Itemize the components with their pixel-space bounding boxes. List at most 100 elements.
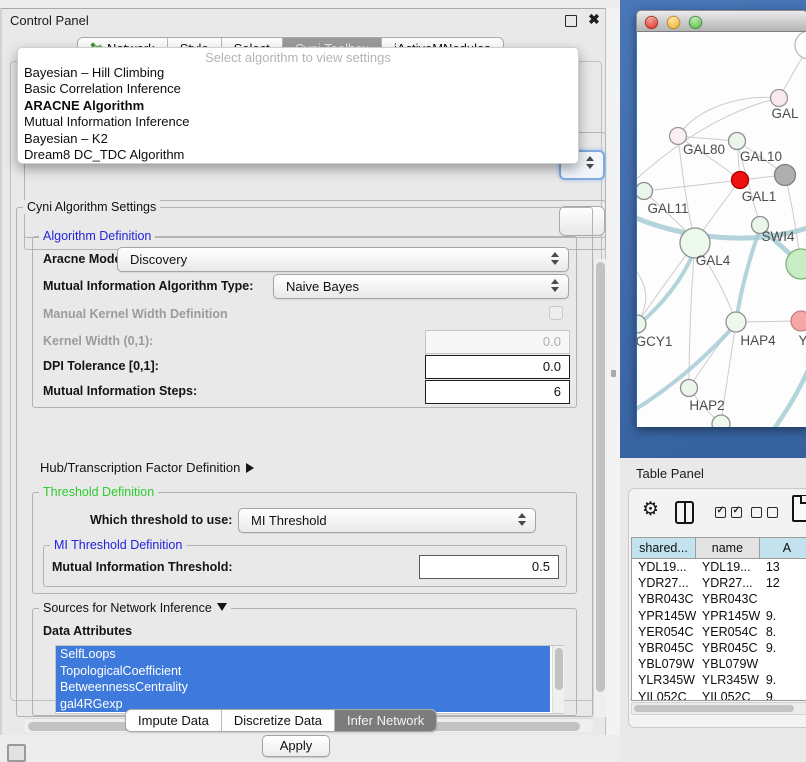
attributes-list-scrollbar[interactable] — [552, 646, 564, 713]
scrollbar-thumb[interactable] — [634, 705, 794, 712]
mi-threshold-group-title: MI Threshold Definition — [50, 538, 186, 552]
algorithm-option[interactable]: Bayesian – K2 — [23, 131, 573, 147]
network-node-gal10[interactable] — [729, 133, 746, 150]
deselect-all-checkboxes-icon[interactable] — [751, 507, 778, 518]
dpi-tolerance-input[interactable]: 0.0 — [425, 355, 570, 379]
stepper-icon — [518, 513, 526, 526]
sources-group-title[interactable]: Sources for Network Inference — [39, 601, 231, 615]
mi-threshold-label: Mutual Information Threshold: — [52, 560, 233, 574]
node-label: GAL80 — [683, 142, 725, 157]
minimize-traffic-light-icon[interactable] — [667, 16, 680, 29]
table-cell: YBL079W — [696, 656, 760, 672]
gear-icon[interactable] — [642, 498, 659, 521]
mi-steps-input[interactable]: 6 — [425, 380, 570, 404]
tab-infer-network[interactable]: Infer Network — [334, 710, 436, 731]
network-edge — [737, 228, 760, 316]
table-cell: 9. — [760, 608, 806, 624]
table-cell: YPR145W — [696, 608, 760, 624]
node-label: GAL4 — [696, 253, 731, 268]
kernel-width-input[interactable]: 0.0 — [425, 330, 570, 354]
close-icon[interactable] — [586, 11, 602, 29]
network-node-hap2[interactable] — [681, 380, 698, 397]
algorithm-option[interactable]: Bayesian – Hill Climbing — [23, 65, 573, 81]
table-row[interactable]: YPR145WYPR145W9. — [632, 608, 806, 624]
table-rows: YDL19...YDL19...13YDR27...YDR27...12YBR0… — [632, 559, 806, 701]
table-cell: 8. — [760, 624, 806, 640]
table-column-header[interactable]: A — [760, 538, 806, 558]
table-cell: 9. — [760, 689, 806, 702]
export-table-icon[interactable] — [792, 495, 806, 522]
table-row[interactable]: YDR27...YDR27...12 — [632, 575, 806, 591]
network-node[interactable] — [795, 32, 806, 59]
table-row[interactable]: YIL052CYIL052C9. — [632, 689, 806, 702]
table-header-row: shared...nameA — [632, 538, 806, 559]
network-node-gal11[interactable] — [637, 183, 653, 200]
table-row[interactable]: YBL079WYBL079W — [632, 656, 806, 672]
table-cell: 9. — [760, 640, 806, 656]
table-cell: YLR345W — [696, 672, 760, 688]
desktop-background: GALGAL80GAL10GAL1GAL11SWI4GAL4GCY1HAP4YH… — [620, 0, 806, 458]
float-window-icon[interactable] — [565, 15, 577, 27]
cyni-algorithm-settings-title: Cyni Algorithm Settings — [23, 200, 160, 214]
network-node[interactable] — [712, 415, 730, 427]
tab-impute-data[interactable]: Impute Data — [126, 710, 221, 731]
table-cell: YDR27... — [696, 575, 760, 591]
attribute-list-item[interactable]: TopologicalCoefficient — [56, 663, 550, 680]
mi-algorithm-type-value: Naive Bayes — [274, 279, 359, 294]
table-row[interactable]: YDL19...YDL19...13 — [632, 559, 806, 575]
network-node-hap4[interactable] — [726, 312, 746, 332]
algorithm-option[interactable]: ARACNE Algorithm — [23, 98, 573, 114]
table-toolbar — [629, 489, 806, 535]
close-traffic-light-icon[interactable] — [645, 16, 658, 29]
mi-threshold-input[interactable]: 0.5 — [419, 555, 559, 579]
split-columns-icon[interactable] — [675, 501, 694, 524]
table-column-header[interactable]: shared... — [632, 538, 696, 558]
table-panel-title: Table Panel — [636, 466, 704, 481]
attribute-list-item[interactable]: SelfLoops — [56, 646, 550, 663]
mi-algorithm-type-combobox[interactable]: Naive Bayes — [273, 274, 569, 299]
tab-discretize-data[interactable]: Discretize Data — [221, 710, 334, 731]
table-row[interactable]: YBR043CYBR043C — [632, 591, 806, 607]
network-canvas[interactable]: GALGAL80GAL10GAL1GAL11SWI4GAL4GCY1HAP4YH… — [637, 32, 806, 427]
which-threshold-label: Which threshold to use: — [90, 513, 232, 527]
algorithm-option[interactable]: Dream8 DC_TDC Algorithm — [23, 147, 573, 163]
data-attributes-list: SelfLoopsTopologicalCoefficientBetweenne… — [55, 645, 564, 714]
splitter-handle[interactable] — [611, 370, 616, 377]
which-threshold-combobox[interactable]: MI Threshold — [238, 508, 536, 533]
minimized-panel-icon[interactable] — [7, 744, 26, 762]
network-node-y[interactable] — [791, 311, 806, 331]
mi-threshold-group: MI Threshold Definition Mutual Informati… — [43, 545, 567, 587]
network-graph: GALGAL80GAL10GAL1GAL11SWI4GAL4GCY1HAP4YH… — [637, 32, 806, 427]
manual-kernel-width-checkbox[interactable] — [549, 306, 563, 320]
which-threshold-value: MI Threshold — [239, 513, 327, 528]
scrollbar-thumb[interactable] — [596, 262, 605, 692]
table-column-header[interactable]: name — [696, 538, 760, 558]
table-cell — [760, 656, 806, 672]
collapse-down-icon — [217, 603, 227, 611]
settings-vertical-scrollbar[interactable] — [593, 259, 607, 717]
hub-tf-section-toggle[interactable]: Hub/Transcription Factor Definition — [40, 460, 254, 475]
algorithm-option[interactable]: Mutual Information Inference — [23, 114, 573, 130]
select-all-checkboxes-icon[interactable] — [715, 507, 742, 518]
table-cell: YIL052C — [696, 689, 760, 702]
table-row[interactable]: YBR045CYBR045C9. — [632, 640, 806, 656]
table-horizontal-scrollbar[interactable] — [631, 702, 806, 715]
network-node[interactable] — [775, 165, 796, 186]
node-table: shared...nameA YDL19...YDL19...13YDR27..… — [631, 537, 806, 701]
table-row[interactable]: YER054CYER054C8. — [632, 624, 806, 640]
node-label: GAL — [771, 106, 799, 121]
algorithm-option[interactable]: Basic Correlation Inference — [23, 81, 573, 97]
control-panel-title: Control Panel — [10, 13, 89, 28]
table-row[interactable]: YLR345WYLR345W9. — [632, 672, 806, 688]
table-cell: YER054C — [696, 624, 760, 640]
network-node-gal1[interactable] — [732, 172, 749, 189]
attribute-list-item[interactable]: BetweennessCentrality — [56, 679, 550, 696]
network-node-gal[interactable] — [771, 90, 788, 107]
node-label: Y — [798, 333, 806, 348]
aracne-mode-combobox[interactable]: Discovery — [117, 247, 569, 272]
apply-button[interactable]: Apply — [262, 735, 330, 757]
mi-algorithm-type-label: Mutual Information Algorithm Type: — [43, 279, 253, 293]
network-window-titlebar[interactable] — [636, 10, 806, 32]
expand-right-icon — [246, 463, 254, 473]
zoom-traffic-light-icon[interactable] — [689, 16, 702, 29]
